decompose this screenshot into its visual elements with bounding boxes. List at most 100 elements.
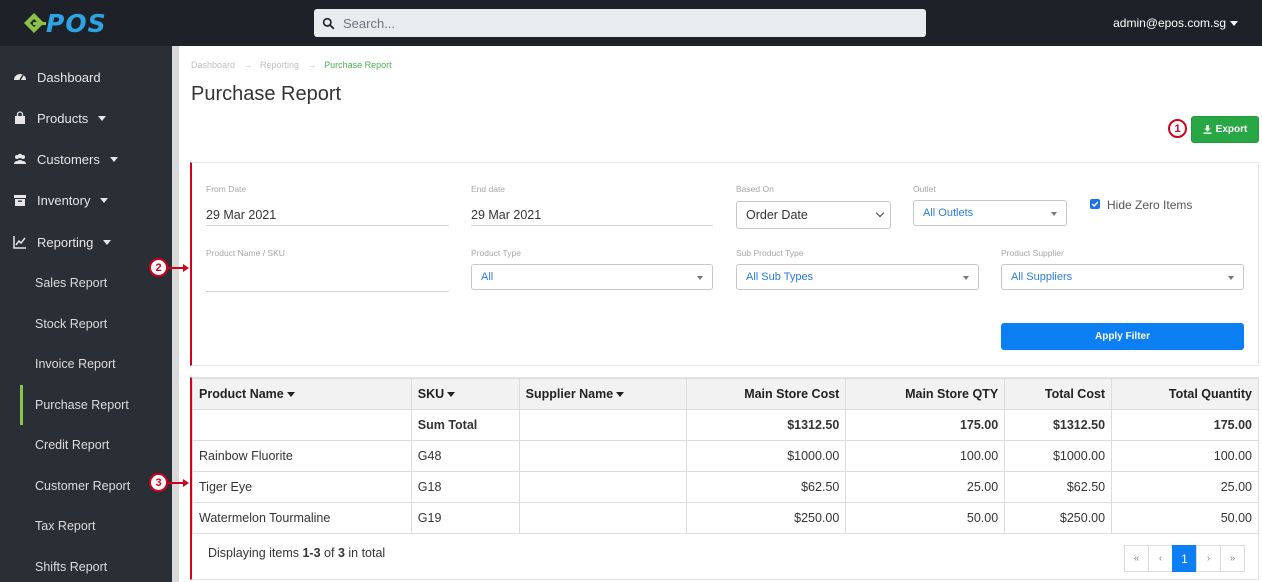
end-date-field[interactable] xyxy=(471,204,713,226)
table-cell xyxy=(518,502,687,534)
chevron-down-icon xyxy=(100,197,109,203)
sidebar-subitem-shifts-report[interactable]: Shifts Report xyxy=(0,547,172,582)
sidebar-subitem-stock-report[interactable]: Stock Report xyxy=(0,304,172,344)
export-button[interactable]: Export xyxy=(1191,116,1259,143)
sidebar-item-reporting[interactable]: Reporting xyxy=(0,222,172,262)
checkmark-icon xyxy=(1091,201,1099,208)
table-row: Watermelon Tourmaline G19 $250.00 50.00 … xyxy=(192,502,1259,534)
sidebar-item-customers[interactable]: Customers xyxy=(0,139,172,179)
export-label: Export xyxy=(1215,124,1248,135)
table-cell xyxy=(518,440,687,472)
sidebar-item-products[interactable]: Products xyxy=(0,98,172,138)
product-supplier-label: Product Supplier xyxy=(1001,248,1064,258)
table-cell: $250.00 xyxy=(1004,502,1113,534)
sub-product-type-label: Sub Product Type xyxy=(736,248,804,258)
page-title: Purchase Report xyxy=(191,83,342,105)
search-input[interactable] xyxy=(343,15,903,31)
annotation-arrow xyxy=(168,267,183,269)
chevron-down-icon xyxy=(103,239,112,245)
bag-icon xyxy=(13,111,27,125)
table-cell: $250.00 xyxy=(685,502,847,534)
breadcrumb-dashboard[interactable]: Dashboard xyxy=(191,60,235,70)
outlet-label: Outlet xyxy=(913,184,936,194)
column-header-main-store-qty: Main Store QTY xyxy=(845,378,1006,410)
sidebar-item-inventory[interactable]: Inventory xyxy=(0,180,172,220)
report-table-panel: Product Name SKU Supplier Name Main Stor… xyxy=(190,377,1259,580)
last-page-button[interactable]: » xyxy=(1220,545,1245,572)
first-page-button[interactable]: « xyxy=(1124,545,1149,572)
purchase-report-table: Product Name SKU Supplier Name Main Stor… xyxy=(192,378,1259,534)
table-cell: Tiger Eye xyxy=(192,471,412,503)
product-name-label: Product Name / SKU xyxy=(206,248,285,258)
sort-caret-icon xyxy=(286,392,295,398)
top-bar: POS admin@epos.com.sg xyxy=(0,0,1262,46)
table-cell xyxy=(192,409,412,441)
sidebar-subitem-label: Shifts Report xyxy=(35,560,108,574)
based-on-value: Order Date xyxy=(746,208,808,222)
outlet-value: All Outlets xyxy=(923,207,974,219)
table-cell xyxy=(518,471,687,503)
product-name-field[interactable] xyxy=(206,270,449,292)
chevron-down-icon xyxy=(1230,20,1238,26)
sidebar-subitem-credit-report[interactable]: Credit Report xyxy=(0,425,172,465)
download-icon xyxy=(1203,125,1212,134)
table-cell: 50.00 xyxy=(1111,502,1259,534)
column-header-main-store-cost: Main Store Cost xyxy=(685,378,847,410)
hide-zero-items-checkbox[interactable] xyxy=(1090,199,1100,209)
column-header-supplier-name[interactable]: Supplier Name xyxy=(518,378,687,410)
column-header-product-name[interactable]: Product Name xyxy=(192,378,412,410)
sidebar-subitem-invoice-report[interactable]: Invoice Report xyxy=(0,344,172,384)
user-email: admin@epos.com.sg xyxy=(1113,16,1226,30)
page-1-button[interactable]: 1 xyxy=(1172,545,1197,572)
prev-page-button[interactable]: ‹ xyxy=(1148,545,1173,572)
sidebar-subitem-sales-report[interactable]: Sales Report xyxy=(0,263,172,303)
logo-text: POS xyxy=(46,8,107,38)
breadcrumb: Dashboard → Reporting → Purchase Report xyxy=(191,60,392,70)
sidebar: Dashboard Products Customers Inventory R… xyxy=(0,46,172,582)
hide-zero-items-label[interactable]: Hide Zero Items xyxy=(1107,198,1192,212)
sidebar-scrollbar[interactable] xyxy=(172,46,179,582)
next-page-button[interactable]: › xyxy=(1196,545,1221,572)
chevron-down-icon xyxy=(697,276,703,280)
chart-line-icon xyxy=(13,235,27,249)
sub-product-type-select[interactable]: All Sub Types xyxy=(736,264,979,290)
based-on-select[interactable]: Order Date xyxy=(736,201,891,229)
chevron-down-icon xyxy=(875,208,885,218)
outlet-select[interactable]: All Outlets xyxy=(913,200,1067,226)
search-bar[interactable] xyxy=(314,9,926,37)
product-type-select[interactable]: All xyxy=(471,264,713,290)
from-date-field[interactable] xyxy=(206,204,449,226)
user-menu[interactable]: admin@epos.com.sg xyxy=(1113,16,1238,30)
breadcrumb-current: Purchase Report xyxy=(324,60,392,70)
column-header-total-quantity: Total Quantity xyxy=(1111,378,1259,410)
annotation-marker-1: 1 xyxy=(1168,119,1187,138)
product-supplier-select[interactable]: All Suppliers xyxy=(1001,264,1244,290)
sidebar-subitem-customer-report[interactable]: Customer Report xyxy=(0,466,172,506)
sidebar-subitem-purchase-report[interactable]: Purchase Report xyxy=(20,385,172,425)
table-cell: Watermelon Tourmaline xyxy=(192,502,412,534)
table-cell: G18 xyxy=(410,471,520,503)
annotation-marker-3: 3 xyxy=(149,473,168,492)
table-cell: 25.00 xyxy=(1111,471,1259,503)
breadcrumb-reporting[interactable]: Reporting xyxy=(260,60,299,70)
column-header-sku[interactable]: SKU xyxy=(410,378,520,410)
sidebar-item-dashboard[interactable]: Dashboard xyxy=(0,57,172,97)
epos-logo[interactable]: POS xyxy=(22,8,107,38)
product-type-label: Product Type xyxy=(471,248,521,258)
apply-filter-button[interactable]: Apply Filter xyxy=(1001,323,1244,350)
table-cell: 175.00 xyxy=(845,409,1006,441)
based-on-label: Based On xyxy=(736,184,774,194)
sidebar-subitem-label: Sales Report xyxy=(35,276,108,290)
sidebar-subitem-label: Invoice Report xyxy=(35,357,116,371)
table-cell: 175.00 xyxy=(1111,409,1259,441)
sidebar-subitem-tax-report[interactable]: Tax Report xyxy=(0,506,172,546)
pagination: « ‹ 1 › » xyxy=(1124,545,1245,572)
dashboard-icon xyxy=(13,70,27,84)
table-cell: $1000.00 xyxy=(685,440,847,472)
end-date-label: End date xyxy=(471,184,506,194)
table-cell: $1000.00 xyxy=(1004,440,1113,472)
sort-caret-icon xyxy=(616,392,625,398)
sidebar-item-label: Customers xyxy=(37,151,100,167)
table-cell: G19 xyxy=(410,502,520,534)
sidebar-item-label: Inventory xyxy=(37,192,91,208)
